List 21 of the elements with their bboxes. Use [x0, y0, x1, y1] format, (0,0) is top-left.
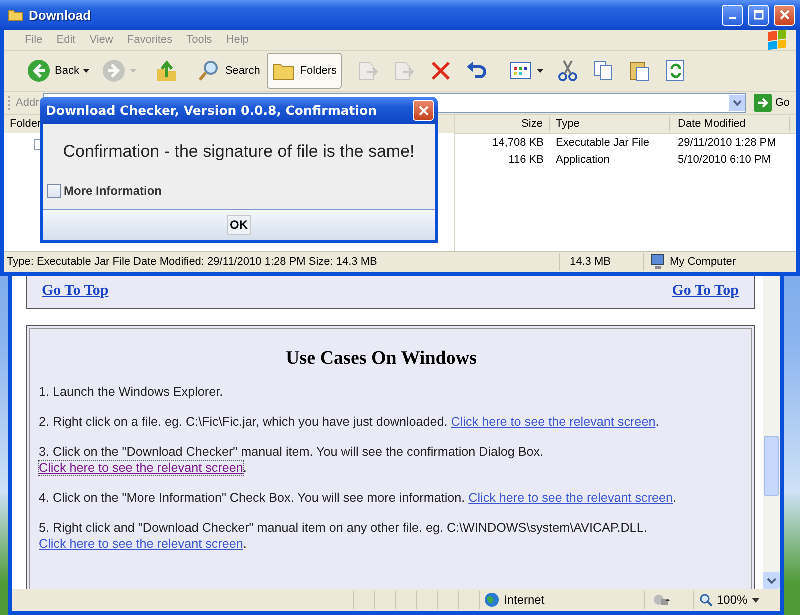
- step-text: 2. Right click on a file. eg. C:\Fic\Fic.jar, which you have just downloaded. Click here to see the relevant screen.: [39, 414, 660, 430]
- file-date: 29/11/2010 1:28 PM: [677, 136, 778, 148]
- window-title: Download: [29, 8, 92, 22]
- step-text: 3. Click on the "Download Checker" manual item. You will see the confirmation Dialog Box. Click here to see the relevant screen.: [39, 444, 545, 476]
- file-size: 116 KB: [508, 154, 545, 166]
- status-size: 14.3 MB: [560, 253, 644, 271]
- step-text: 4. Click on the "More Information" Check Box. You will see more information. Click here to see the relevant screen.: [39, 490, 678, 506]
- section-heading: Use Cases On Windows: [285, 348, 478, 370]
- file-type: Application: [555, 154, 611, 166]
- step-text: 1. Launch the Windows Explorer.: [39, 384, 224, 400]
- confirmation-message: Confirmation - the signature of file is the same!: [62, 142, 416, 162]
- zone-label: My Computer: [670, 256, 736, 268]
- dialog-title: Download Checker, Version 0.0.8, Confirmation: [46, 103, 378, 118]
- zone-label: Internet: [504, 593, 545, 607]
- file-type: Executable Jar File: [555, 136, 651, 148]
- step-text: 5. Right click and "Download Checker" manual item on any other file. eg. C:\WINDOWS\system\AVICAP.DLL. Click here to see the relevant screen.: [39, 520, 648, 552]
- address-label: Addr: [16, 97, 40, 109]
- checkbox-label: More Information: [64, 184, 162, 198]
- status-text: Type: Executable Jar File Date Modified: 29/11/2010 1:28 PM Size: 14.3 MB: [4, 253, 560, 271]
- file-size: 14,708 KB: [492, 136, 545, 148]
- file-date: 5/10/2010 6:10 PM: [677, 154, 772, 166]
